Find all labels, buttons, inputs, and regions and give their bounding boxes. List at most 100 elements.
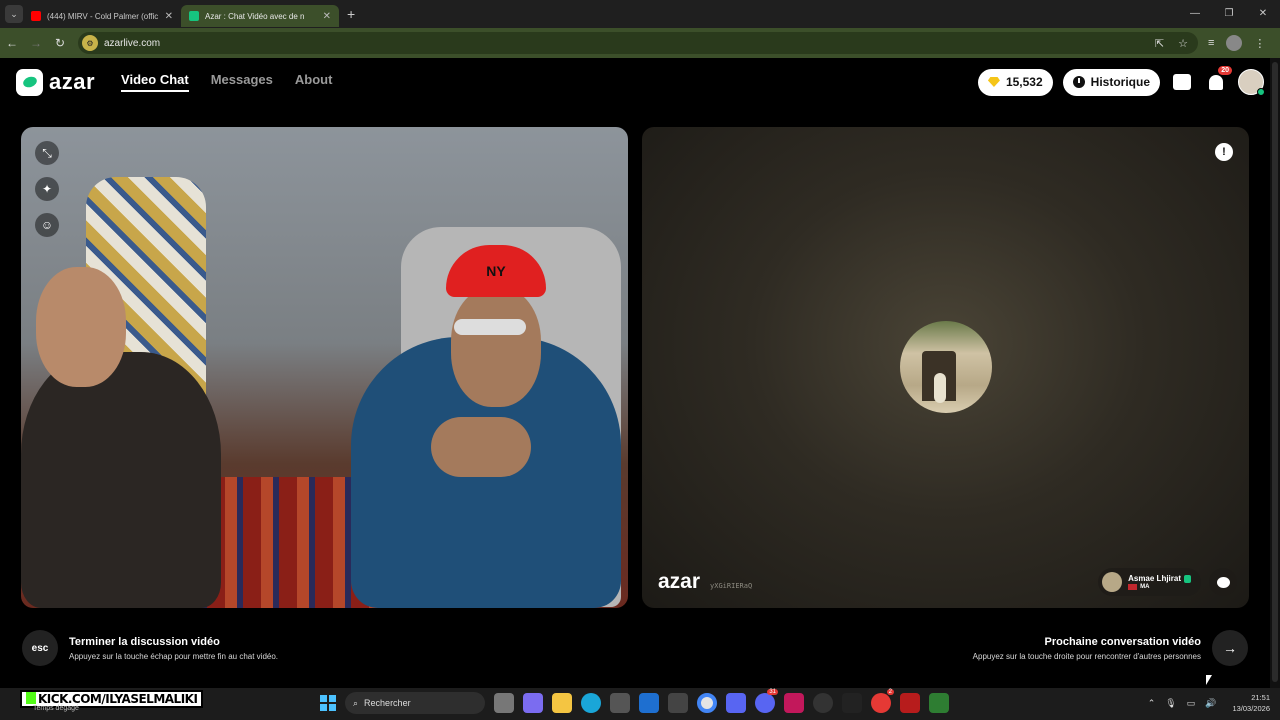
meter-app-icon[interactable] — [900, 693, 920, 713]
autodesk-icon[interactable] — [784, 693, 804, 713]
extensions-area: ≡ ⋮ — [1208, 35, 1265, 51]
reload-icon[interactable]: ↻ — [48, 36, 72, 50]
tab-search-icon[interactable]: ⌄ — [5, 5, 23, 23]
chrome-icon[interactable] — [697, 693, 717, 713]
magic-wand-icon[interactable]: ✦ — [35, 177, 59, 201]
file-explorer-icon[interactable] — [552, 693, 572, 713]
esc-button[interactable]: esc — [22, 630, 58, 666]
search-icon: ⌕ — [353, 697, 359, 708]
discord-icon[interactable]: 31 — [755, 689, 778, 713]
notification-app-icon[interactable]: 2 — [871, 689, 894, 713]
store-app-icon[interactable] — [610, 693, 630, 713]
local-video: NY ⤡ ✦ ☺ — [21, 127, 628, 608]
chat-button[interactable] — [1209, 568, 1237, 596]
video-tools: ⤡ ✦ ☺ — [35, 141, 59, 237]
header-actions: 15,532 Historique 20 — [977, 66, 1270, 96]
tab-title: (444) MIRV - Cold Palmer (offic — [47, 11, 159, 21]
report-icon[interactable]: ! — [1215, 143, 1233, 161]
history-label: Historique — [1090, 75, 1150, 89]
new-tab-icon[interactable]: + — [347, 6, 355, 22]
verified-icon — [1184, 574, 1191, 583]
date-text: 13/03/2026 — [1232, 704, 1270, 713]
close-window-icon[interactable]: ✕ — [1246, 0, 1280, 28]
bell-icon — [1209, 74, 1223, 90]
app-icon[interactable] — [668, 693, 688, 713]
end-chat-subtitle: Appuyez sur la touche échap pour mettre … — [69, 651, 279, 661]
address-bar[interactable]: ⚙ azarlive.com ⇱ ☆ — [78, 32, 1198, 54]
nav-messages[interactable]: Messages — [211, 72, 273, 92]
kick-logo-icon — [26, 692, 36, 704]
face-filter-icon[interactable]: ☺ — [35, 213, 59, 237]
minimize-icon[interactable]: — — [1178, 0, 1212, 28]
azar-favicon-icon — [189, 11, 199, 21]
restore-icon[interactable]: ❐ — [1212, 0, 1246, 28]
taskbar-apps: ⌕ Rechercher 31 2 — [320, 689, 949, 714]
peer-info-chip[interactable]: Asmae Lhjirat MA — [1098, 568, 1201, 596]
history-button[interactable]: Historique — [1062, 68, 1160, 96]
taskbar-search[interactable]: ⌕ Rechercher — [345, 692, 485, 714]
browser-menu-icon[interactable]: ⋮ — [1254, 37, 1265, 50]
tab-azar[interactable]: Azar : Chat Vidéo avec de n ✕ — [181, 5, 339, 27]
tray-chevron-icon[interactable]: ⌃ — [1148, 698, 1156, 709]
user-avatar[interactable] — [1238, 69, 1265, 96]
minimize-video-icon[interactable]: ⤡ — [35, 141, 59, 165]
edge-icon[interactable] — [581, 693, 601, 713]
profile-avatar[interactable] — [1226, 35, 1243, 51]
clasped-hands — [431, 417, 531, 477]
microphone-icon[interactable]: 🎙 — [1165, 698, 1176, 709]
notifications-button[interactable]: 20 — [1204, 66, 1232, 94]
volume-icon[interactable]: 🔊 — [1205, 698, 1216, 709]
next-chat-title: Prochaine conversation vidéo — [1044, 635, 1202, 648]
end-chat-title: Terminer la discussion vidéo — [69, 635, 220, 648]
install-app-icon[interactable]: ⇱ — [1155, 37, 1164, 50]
reading-list-icon[interactable]: ≡ — [1208, 37, 1214, 49]
page-scrollbar[interactable] — [1270, 58, 1280, 688]
azar-logo[interactable]: azar — [16, 68, 95, 96]
person-left-head — [36, 267, 126, 387]
app-header: azar Video Chat Messages About 15,532 Hi… — [0, 58, 1270, 106]
nav-about[interactable]: About — [295, 72, 333, 92]
chat-bubble-icon — [1216, 576, 1230, 588]
close-tab-icon[interactable]: ✕ — [323, 11, 331, 22]
tab-youtube[interactable]: (444) MIRV - Cold Palmer (offic ✕ — [23, 5, 181, 27]
game-app-icon[interactable] — [842, 693, 862, 713]
play-app-icon[interactable] — [929, 693, 949, 713]
task-view-icon[interactable] — [494, 693, 514, 713]
bookmark-star-icon[interactable]: ☆ — [1178, 37, 1188, 50]
tab-title: Azar : Chat Vidéo avec de n — [205, 11, 305, 21]
store-button[interactable] — [1170, 70, 1194, 94]
next-arrow-button[interactable]: → — [1212, 630, 1248, 666]
peer-profile-photo — [900, 321, 992, 413]
system-tray: ⌃ 🎙 ▭ 🔊 21:51 13/03/2026 — [1148, 692, 1270, 714]
gem-icon — [987, 77, 1000, 87]
start-windows-icon[interactable] — [320, 695, 336, 711]
network-icon[interactable]: ▭ — [1187, 698, 1196, 709]
notification-badge: 20 — [1218, 66, 1232, 75]
outlook-icon[interactable] — [639, 693, 659, 713]
morocco-flag-icon — [1128, 584, 1138, 590]
clock-icon — [1072, 76, 1085, 88]
copilot-icon[interactable] — [523, 693, 543, 713]
search-placeholder: Rechercher — [364, 698, 411, 708]
window-controls: — ❐ ✕ — [1178, 0, 1280, 28]
store-icon — [1173, 74, 1191, 90]
url-text: azarlive.com — [104, 37, 161, 49]
person-right-head — [451, 287, 541, 407]
online-status-icon — [1257, 88, 1265, 96]
gamepad-icon[interactable] — [726, 693, 746, 713]
gems-count: 15,532 — [1005, 75, 1043, 89]
azar-logo-icon — [16, 68, 43, 96]
nav-video-chat[interactable]: Video Chat — [121, 72, 189, 92]
next-chat-subtitle: Appuyez sur la touche droite pour rencon… — [972, 651, 1201, 661]
sunglasses — [454, 319, 526, 335]
gems-button[interactable]: 15,532 — [977, 68, 1053, 96]
taskbar-clock[interactable]: 21:51 13/03/2026 — [1232, 692, 1270, 714]
site-info-icon[interactable]: ⚙ — [82, 35, 98, 51]
mouse-cursor-icon — [1206, 675, 1212, 685]
forward-icon[interactable]: → — [24, 36, 48, 50]
close-tab-icon[interactable]: ✕ — [165, 11, 173, 22]
remote-logo-text: azar — [658, 570, 701, 593]
main-nav: Video Chat Messages About — [121, 72, 332, 92]
obs-icon[interactable] — [813, 693, 833, 713]
back-icon[interactable]: ← — [0, 36, 24, 50]
